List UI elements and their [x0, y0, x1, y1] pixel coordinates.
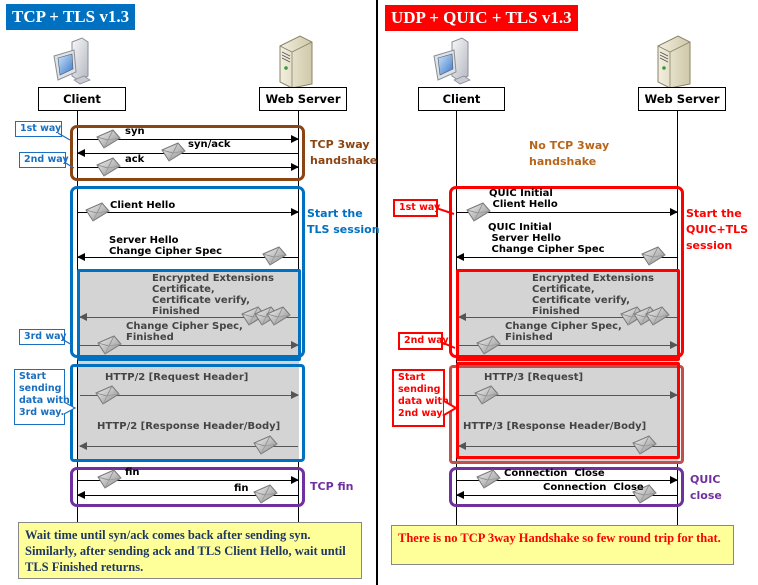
client-computer-icon: [50, 34, 94, 86]
callout-pointer: [64, 161, 75, 169]
web-server-actor-label: Web Server: [638, 87, 726, 111]
quic-session-label: Start the QUIC+TLS session: [686, 207, 749, 252]
http2-response-label: HTTP/2 [Response Header/Body]: [97, 421, 281, 432]
tcp-fin-label: TCP fin: [310, 480, 354, 493]
tls-session-label: Start the TLS session: [307, 207, 380, 236]
envelope-icon: [96, 469, 122, 489]
envelope-icon: [475, 335, 501, 355]
quic-client-hello-label: QUIC Initial Client Hello: [489, 188, 558, 210]
envelope-icon: [95, 157, 121, 177]
envelope-icon: [160, 142, 186, 162]
callout-pointer: [436, 207, 455, 215]
web-server-icon: [654, 32, 694, 88]
client-finished-label: Change Cipher Spec, Finished: [126, 321, 243, 343]
connection-close-in-label: Connection Close: [543, 482, 644, 493]
web-server-icon: [276, 32, 316, 88]
fin-out-label: fin: [125, 467, 140, 478]
syn-ack-label: syn/ack: [188, 139, 231, 150]
callout-pointer: [63, 401, 77, 415]
envelope-icon: [265, 306, 291, 326]
envelope-icon: [465, 202, 491, 222]
envelope-icon: [252, 435, 278, 455]
server-hello-label: Server Hello Change Cipher Spec: [109, 235, 223, 257]
quic-server-hello-label: QUIC Initial Server Hello Change Cipher …: [488, 222, 605, 255]
envelope-icon: [475, 469, 501, 489]
envelope-icon: [96, 335, 122, 355]
client-actor-label: Client: [38, 87, 126, 111]
envelope-icon: [95, 129, 121, 149]
connection-close-out-label: Connection Close: [504, 468, 605, 479]
syn-label: syn: [125, 126, 145, 137]
no-handshake-label: No TCP 3way handshake: [529, 139, 610, 168]
quic-close-label: QUIC close: [690, 473, 722, 502]
second-way-callout: 2nd way: [19, 152, 69, 168]
web-server-actor-label: Web Server: [259, 87, 347, 111]
tcp-note: Wait time until syn/ack comes back after…: [18, 522, 362, 579]
envelope-icon: [644, 306, 670, 326]
envelope-icon: [473, 385, 499, 405]
envelope-icon: [94, 385, 120, 405]
callout-pointer: [58, 132, 71, 141]
first-way-callout: 1st way: [15, 121, 62, 137]
tcp-handshake-label: TCP 3way handshake: [310, 138, 378, 167]
start-sending-callout: Start sending data with 2nd way.: [392, 369, 449, 427]
envelope-icon: [84, 202, 110, 222]
second-way-callout: 2nd way: [398, 332, 449, 350]
left-panel-title: TCP + TLS v1.3: [6, 4, 136, 30]
http3-request-label: HTTP/3 [Request]: [484, 372, 584, 383]
fin-in-label: fin: [234, 483, 249, 494]
client-hello-arrow: [78, 208, 299, 216]
envelope-icon: [640, 246, 666, 266]
panel-divider: [376, 0, 378, 585]
callout-pointer: [62, 338, 73, 346]
http2-request-label: HTTP/2 [Request Header]: [105, 372, 249, 383]
callout-pointer: [441, 341, 456, 349]
envelope-icon: [261, 246, 287, 266]
client-finished-label: Change Cipher Spec, Finished: [505, 321, 622, 343]
quic-note: There is no TCP 3way Handshake so few ro…: [391, 525, 734, 565]
client-hello-label: Client Hello: [110, 200, 176, 211]
third-way-callout: 3rd way: [19, 329, 67, 345]
ack-label: ack: [125, 154, 145, 165]
client-computer-icon: [430, 34, 474, 86]
right-panel-title: UDP + QUIC + TLS v1.3: [385, 5, 578, 31]
client-actor-label: Client: [418, 87, 505, 111]
first-way-callout: 1st way: [393, 199, 440, 217]
http3-response-label: HTTP/3 [Response Header/Body]: [463, 421, 647, 432]
start-sending-callout: Start sending data with 3rd way.: [14, 369, 70, 425]
envelope-icon: [252, 484, 278, 504]
callout-pointer: [443, 400, 458, 416]
syn-ack-arrow: [77, 149, 298, 157]
envelope-icon: [631, 435, 657, 455]
